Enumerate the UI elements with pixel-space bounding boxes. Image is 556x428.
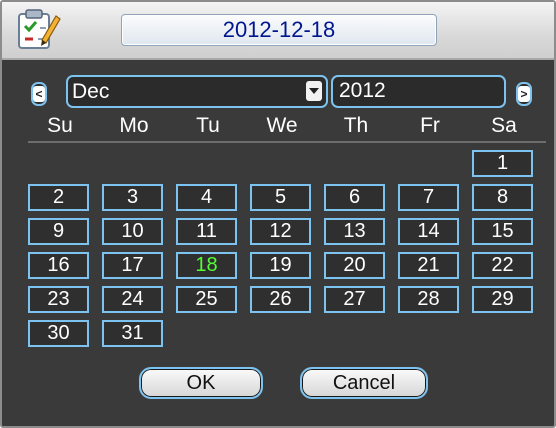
day-cell-25[interactable]: 25 bbox=[176, 286, 237, 313]
day-cell-24[interactable]: 24 bbox=[102, 286, 163, 313]
day-cell-21[interactable]: 21 bbox=[398, 252, 459, 279]
day-cell-7[interactable]: 7 bbox=[398, 184, 459, 211]
day-cell-16[interactable]: 16 bbox=[28, 252, 89, 279]
day-cell-15[interactable]: 15 bbox=[472, 218, 533, 245]
day-cell-31[interactable]: 31 bbox=[102, 320, 163, 347]
weekday-header-wed: We bbox=[266, 114, 298, 137]
day-cell-20[interactable]: 20 bbox=[324, 252, 385, 279]
day-cell-5[interactable]: 5 bbox=[250, 184, 311, 211]
chevron-right-icon: > bbox=[518, 86, 530, 102]
dropdown-button[interactable] bbox=[306, 81, 322, 101]
day-cell-29[interactable]: 29 bbox=[472, 286, 533, 313]
weekday-header-tue: Tu bbox=[196, 114, 220, 137]
divider bbox=[28, 141, 546, 143]
month-select[interactable]: Dec bbox=[66, 75, 328, 108]
day-cell-11[interactable]: 11 bbox=[176, 218, 237, 245]
chevron-down-icon bbox=[309, 88, 319, 94]
title-bar: 2012-12-18 bbox=[2, 2, 554, 60]
day-cell-12[interactable]: 12 bbox=[250, 218, 311, 245]
day-cell-8[interactable]: 8 bbox=[472, 184, 533, 211]
cancel-button[interactable]: Cancel bbox=[300, 367, 428, 399]
day-cell-26[interactable]: 26 bbox=[250, 286, 311, 313]
weekday-header-sun: Su bbox=[47, 114, 73, 137]
day-cell-6[interactable]: 6 bbox=[324, 184, 385, 211]
day-cell-9[interactable]: 9 bbox=[28, 218, 89, 245]
ok-button[interactable]: OK bbox=[139, 367, 263, 399]
selected-date-title: 2012-12-18 bbox=[121, 14, 437, 46]
day-cell-18[interactable]: 18 bbox=[176, 252, 237, 279]
day-cell-19[interactable]: 19 bbox=[250, 252, 311, 279]
day-cell-17[interactable]: 17 bbox=[102, 252, 163, 279]
day-cell-4[interactable]: 4 bbox=[176, 184, 237, 211]
day-cell-30[interactable]: 30 bbox=[28, 320, 89, 347]
calendar-checklist-icon bbox=[14, 6, 62, 52]
next-month-button[interactable]: > bbox=[516, 82, 532, 106]
chevron-left-icon: < bbox=[33, 86, 45, 102]
day-cell-14[interactable]: 14 bbox=[398, 218, 459, 245]
day-cell-3[interactable]: 3 bbox=[102, 184, 163, 211]
day-cell-22[interactable]: 22 bbox=[472, 252, 533, 279]
weekday-header-sat: Sa bbox=[491, 114, 517, 137]
prev-month-button[interactable]: < bbox=[31, 82, 47, 106]
day-cell-27[interactable]: 27 bbox=[324, 286, 385, 313]
weekday-header-fri: Fr bbox=[420, 114, 440, 137]
weekday-header-thu: Th bbox=[343, 114, 369, 137]
day-cell-1[interactable]: 1 bbox=[472, 150, 533, 177]
day-cell-23[interactable]: 23 bbox=[28, 286, 89, 313]
year-input[interactable]: 2012 bbox=[331, 75, 506, 108]
month-value: Dec bbox=[72, 80, 110, 103]
day-cell-2[interactable]: 2 bbox=[28, 184, 89, 211]
day-cell-10[interactable]: 10 bbox=[102, 218, 163, 245]
date-picker-dialog: 2012-12-18 < Dec 2012 > Su Mo Tu We Th F… bbox=[0, 0, 556, 428]
day-cell-28[interactable]: 28 bbox=[398, 286, 459, 313]
weekday-header-mon: Mo bbox=[119, 114, 149, 137]
day-cell-13[interactable]: 13 bbox=[324, 218, 385, 245]
